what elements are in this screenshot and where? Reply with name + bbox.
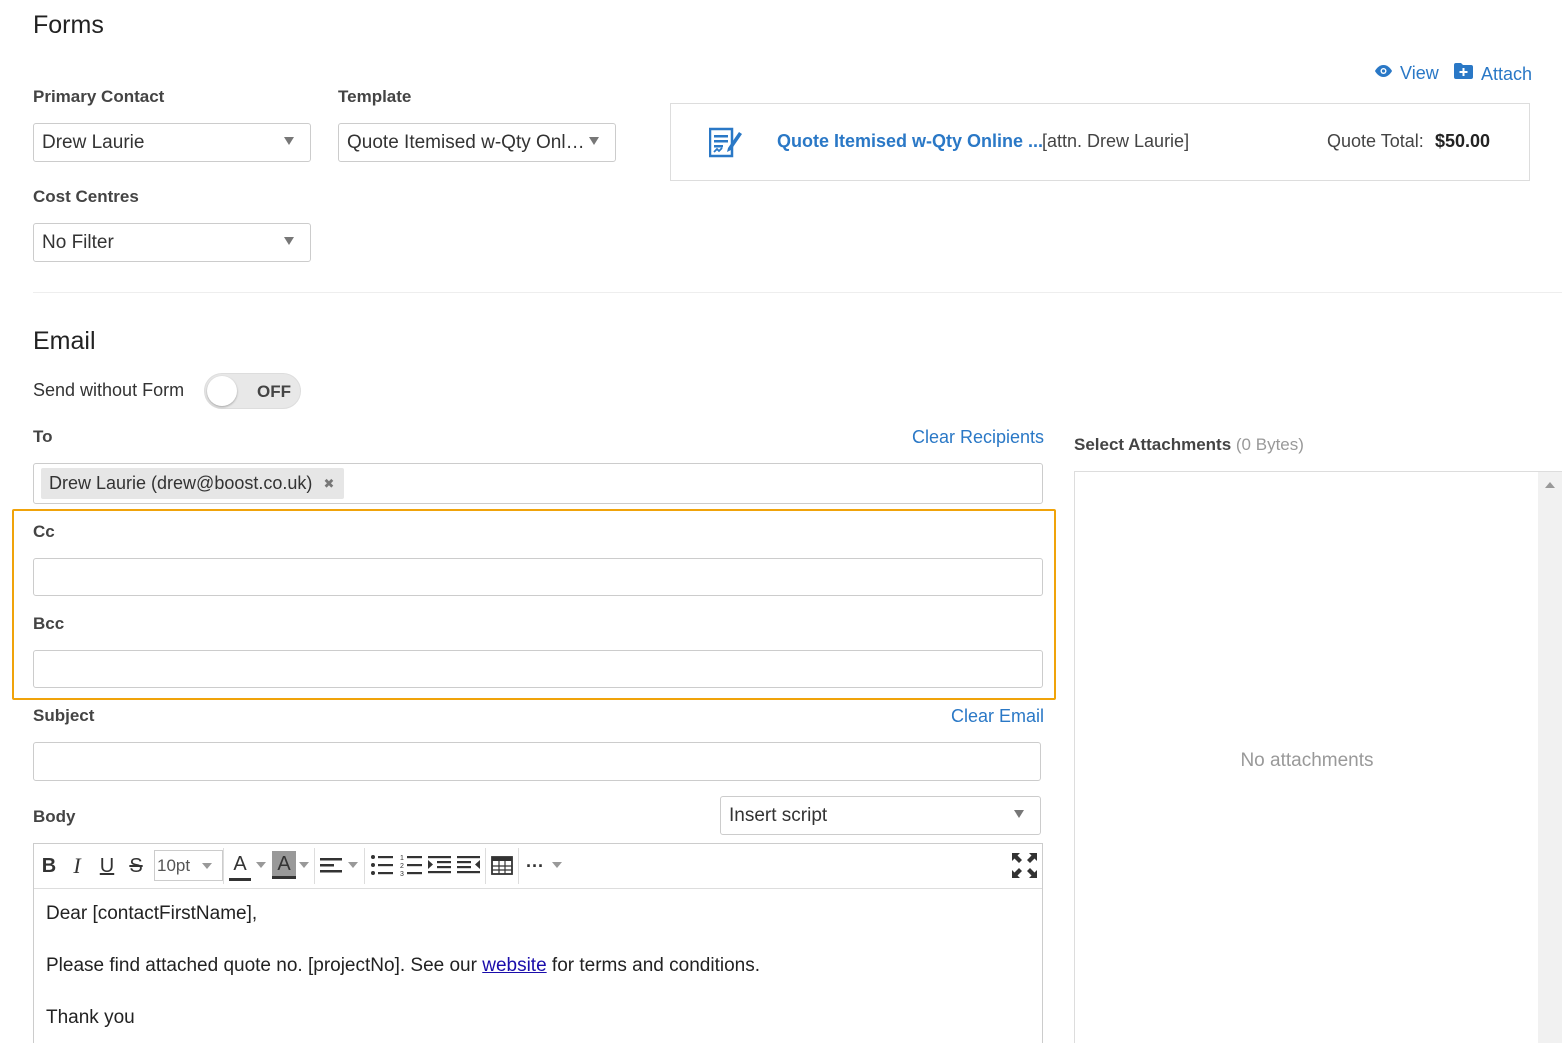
form-card[interactable]: Quote Itemised w-Qty Online ... [attn. D…: [670, 103, 1530, 181]
chevron-down-icon: [589, 137, 599, 145]
italic-button[interactable]: I: [68, 851, 86, 881]
attach-button[interactable]: Attach: [1454, 63, 1532, 85]
highlight-color-button[interactable]: A: [272, 851, 296, 879]
quote-total-value: $50.00: [1435, 131, 1491, 151]
attachments-size: (0 Bytes): [1235, 435, 1304, 454]
indent-icon[interactable]: [428, 855, 451, 875]
more-options-button[interactable]: ···: [524, 851, 546, 881]
chevron-down-icon[interactable]: [256, 862, 266, 868]
send-without-form-toggle[interactable]: OFF: [204, 373, 301, 409]
cost-centres-label: Cost Centres: [33, 187, 139, 206]
subject-label: Subject: [33, 706, 95, 725]
website-link[interactable]: website: [482, 955, 546, 976]
underline-button[interactable]: U: [97, 851, 117, 881]
attachments-list[interactable]: No attachments: [1074, 471, 1562, 1043]
attachments-scrollbar[interactable]: [1538, 472, 1562, 1043]
no-attachments-text: No attachments: [1240, 750, 1374, 771]
chevron-down-icon[interactable]: [299, 862, 309, 868]
toolbar-divider: [34, 888, 1042, 889]
recipient-chip-label: Drew Laurie (drew@boost.co.uk): [49, 473, 313, 493]
cost-centres-value: No Filter: [42, 232, 114, 253]
strikethrough-button[interactable]: S: [126, 851, 146, 881]
email-title: Email: [33, 327, 96, 355]
folder-plus-icon: [1454, 63, 1473, 79]
primary-contact-select[interactable]: Drew Laurie: [33, 123, 311, 162]
insert-script-select[interactable]: Insert script: [720, 796, 1041, 835]
svg-text:1: 1: [400, 855, 404, 862]
section-divider: [33, 292, 1562, 293]
attach-label: Attach: [1481, 64, 1533, 84]
align-left-icon[interactable]: [320, 856, 344, 876]
to-field[interactable]: Drew Laurie (drew@boost.co.uk) ✖: [33, 463, 1043, 504]
recipient-chip: Drew Laurie (drew@boost.co.uk) ✖: [41, 468, 345, 499]
eye-icon: [1375, 65, 1392, 77]
font-size-select[interactable]: 10pt: [154, 850, 223, 881]
remove-recipient-icon[interactable]: ✖: [323, 468, 334, 499]
body-text: Please find attached quote no. [projectN…: [46, 955, 483, 976]
form-card-attn: [attn. Drew Laurie]: [1042, 131, 1190, 151]
cost-centres-select[interactable]: No Filter: [33, 223, 311, 262]
svg-text:2: 2: [400, 863, 404, 870]
body-line-message: Please find attached quote no. [projectN…: [46, 955, 760, 977]
body-text: for terms and conditions.: [546, 955, 760, 976]
font-size-value: 10pt: [157, 856, 191, 875]
form-card-name[interactable]: Quote Itemised w-Qty Online ...: [777, 131, 1043, 152]
bullet-list-icon[interactable]: [371, 854, 393, 876]
send-without-form-label: Send without Form: [33, 380, 185, 400]
primary-contact-label: Primary Contact: [33, 87, 165, 106]
forms-title: Forms: [33, 11, 104, 39]
toolbar-separator: [518, 848, 519, 884]
toggle-state: OFF: [257, 382, 291, 401]
template-select[interactable]: Quote Itemised w-Qty Onli...: [338, 123, 616, 162]
attachments-header: Select Attachments (0 Bytes): [1074, 435, 1304, 455]
to-label: To: [33, 427, 53, 446]
chevron-down-icon: [284, 237, 294, 245]
chevron-down-icon[interactable]: [348, 862, 358, 868]
attachments-title: Select Attachments: [1074, 435, 1232, 454]
clear-email-link[interactable]: Clear Email: [951, 706, 1044, 727]
template-value: Quote Itemised w-Qty Onli...: [347, 132, 586, 153]
toggle-knob: [207, 376, 237, 406]
svg-text:3: 3: [400, 871, 404, 876]
view-label: View: [1400, 63, 1439, 83]
body-line-signoff: Thank you: [46, 1007, 135, 1028]
font-color-button[interactable]: A: [229, 851, 251, 881]
toolbar-separator: [223, 848, 224, 884]
body-label: Body: [33, 807, 76, 826]
chevron-down-icon: [1014, 810, 1024, 818]
chevron-down-icon: [284, 137, 294, 145]
bold-button[interactable]: B: [40, 851, 58, 881]
quote-total-label: Quote Total:: [1327, 131, 1424, 151]
table-icon[interactable]: [491, 856, 513, 875]
fullscreen-icon[interactable]: [1012, 853, 1037, 878]
numbered-list-icon[interactable]: 1 2 3: [400, 854, 422, 876]
clear-recipients-link[interactable]: Clear Recipients: [912, 427, 1044, 448]
cc-field[interactable]: [33, 558, 1043, 596]
primary-contact-value: Drew Laurie: [42, 132, 145, 153]
form-document-icon: [709, 127, 742, 158]
toolbar-separator: [364, 848, 365, 884]
bcc-field[interactable]: [33, 650, 1043, 688]
body-line-greeting: Dear [contactFirstName],: [46, 903, 258, 924]
bcc-label: Bcc: [33, 614, 65, 633]
cc-label: Cc: [33, 522, 55, 541]
chevron-down-icon: [202, 863, 212, 869]
toolbar-separator: [485, 848, 486, 884]
outdent-icon[interactable]: [457, 855, 480, 875]
subject-field[interactable]: [33, 742, 1041, 781]
insert-script-value: Insert script: [729, 805, 828, 826]
toolbar-separator: [314, 848, 315, 884]
view-button[interactable]: View: [1375, 63, 1439, 84]
chevron-down-icon[interactable]: [552, 862, 562, 868]
scroll-up-icon[interactable]: [1545, 482, 1555, 488]
template-label: Template: [338, 87, 412, 106]
